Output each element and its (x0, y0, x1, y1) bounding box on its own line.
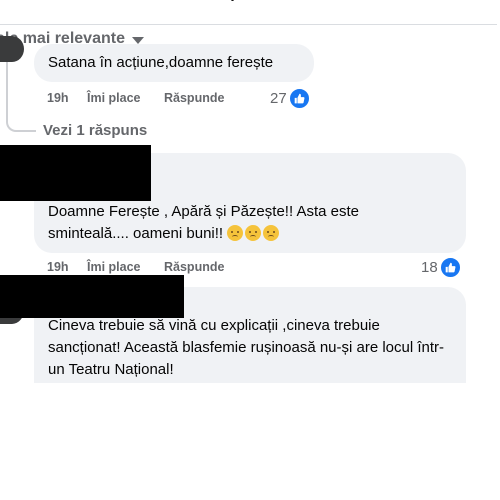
redacted-author-block (0, 275, 184, 318)
comment-text: Doamne Ferește , Apără și Păzește!! Asta… (48, 201, 408, 245)
redacted-author-block (0, 145, 151, 201)
comment-time[interactable]: 19h (47, 260, 69, 274)
thumbs-up-icon (439, 257, 461, 278)
thread-connector (6, 110, 36, 132)
top-bar (0, 0, 500, 25)
like-button[interactable]: Îmi place (87, 91, 141, 105)
reaction-summary[interactable]: 18 (421, 257, 461, 278)
thread-line (6, 62, 8, 112)
reaction-count: 27 (270, 90, 287, 107)
view-replies-link[interactable]: Vezi 1 răspuns (43, 122, 147, 139)
reply-button[interactable]: Răspunde (164, 260, 224, 274)
comment-text-body: Doamne Ferește , Apără și Păzește!! Asta… (48, 203, 359, 242)
avatar[interactable] (0, 36, 24, 62)
comment-text: Cineva trebuie să vină cu explicații ,ci… (48, 317, 445, 378)
caret-down-icon (131, 37, 144, 44)
sad-face-icon (245, 225, 262, 241)
sad-face-icon (263, 225, 280, 241)
comment-text: Satana în acțiune,doamne ferește (48, 54, 274, 71)
like-button[interactable]: Îmi place (87, 260, 141, 274)
thumbs-up-icon (288, 88, 310, 109)
comment-time[interactable]: 19h (47, 91, 69, 105)
comment-bubble-1: Satana în acțiune,doamne ferește (34, 44, 314, 82)
reaction-count: 18 (421, 259, 438, 276)
sad-face-icon (227, 225, 244, 241)
reaction-summary[interactable]: 27 (270, 88, 310, 109)
reply-button[interactable]: Răspunde (164, 91, 224, 105)
